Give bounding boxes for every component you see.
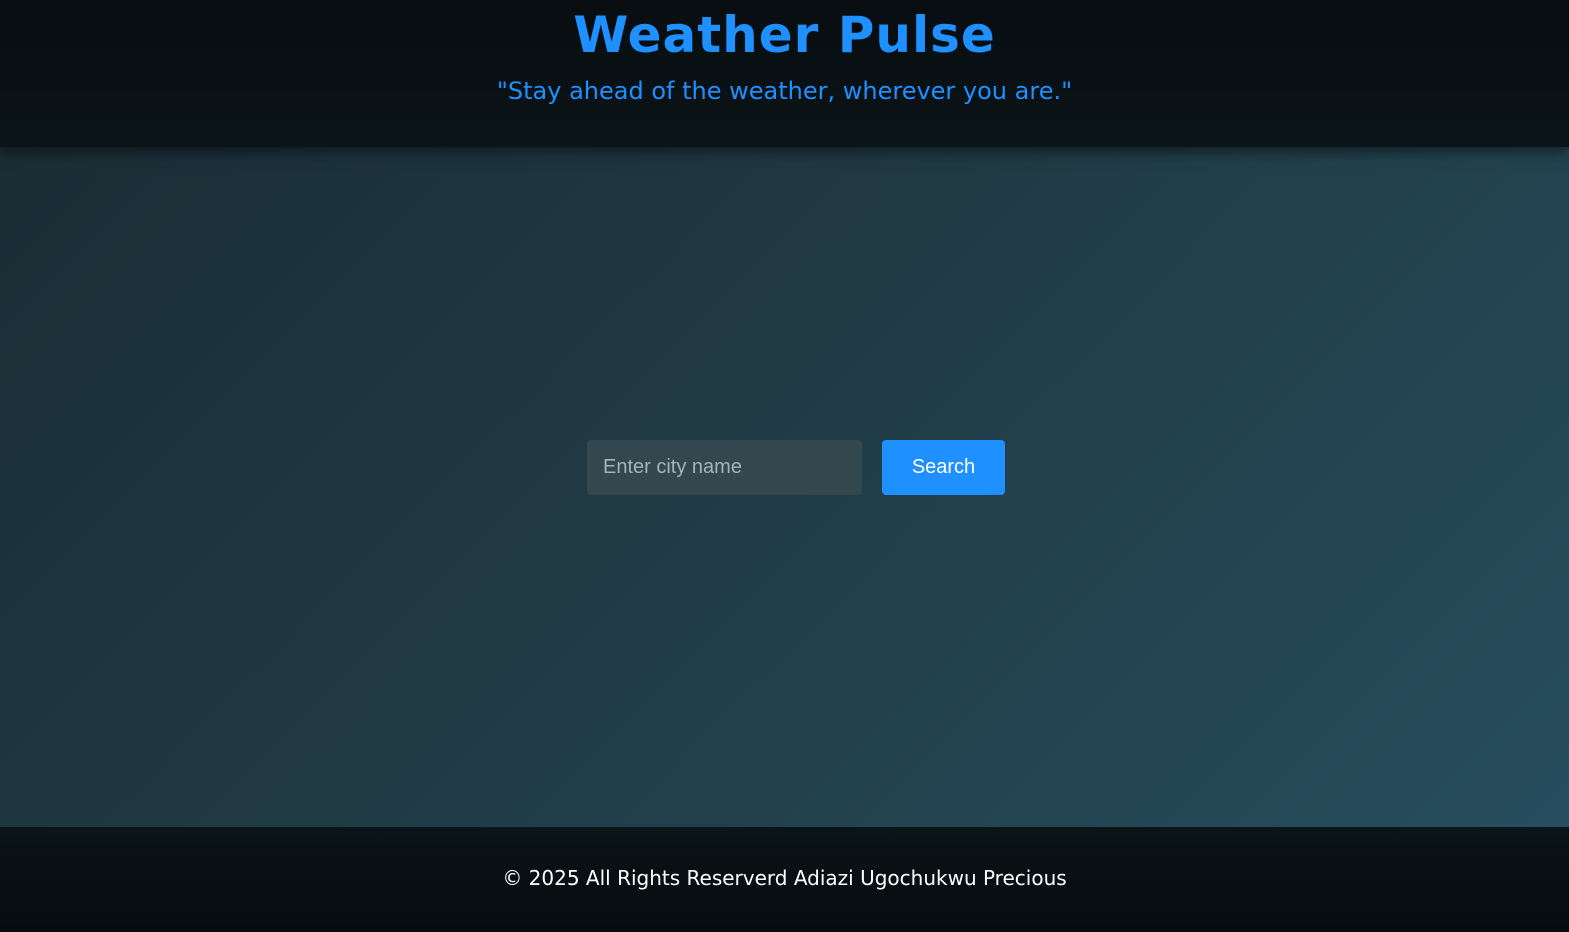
site-footer: © 2025 All Rights Reserverd Adiazi Ugoch… (0, 827, 1569, 932)
main-content: Search (0, 147, 1569, 827)
copyright-text: © 2025 All Rights Reserverd Adiazi Ugoch… (502, 866, 1067, 890)
app-tagline: "Stay ahead of the weather, wherever you… (496, 77, 1073, 105)
app-title: Weather Pulse (573, 6, 996, 64)
search-form: Search (587, 440, 1007, 495)
search-button[interactable]: Search (882, 440, 1005, 495)
site-header: Weather Pulse "Stay ahead of the weather… (0, 0, 1569, 147)
city-search-input[interactable] (587, 440, 862, 495)
